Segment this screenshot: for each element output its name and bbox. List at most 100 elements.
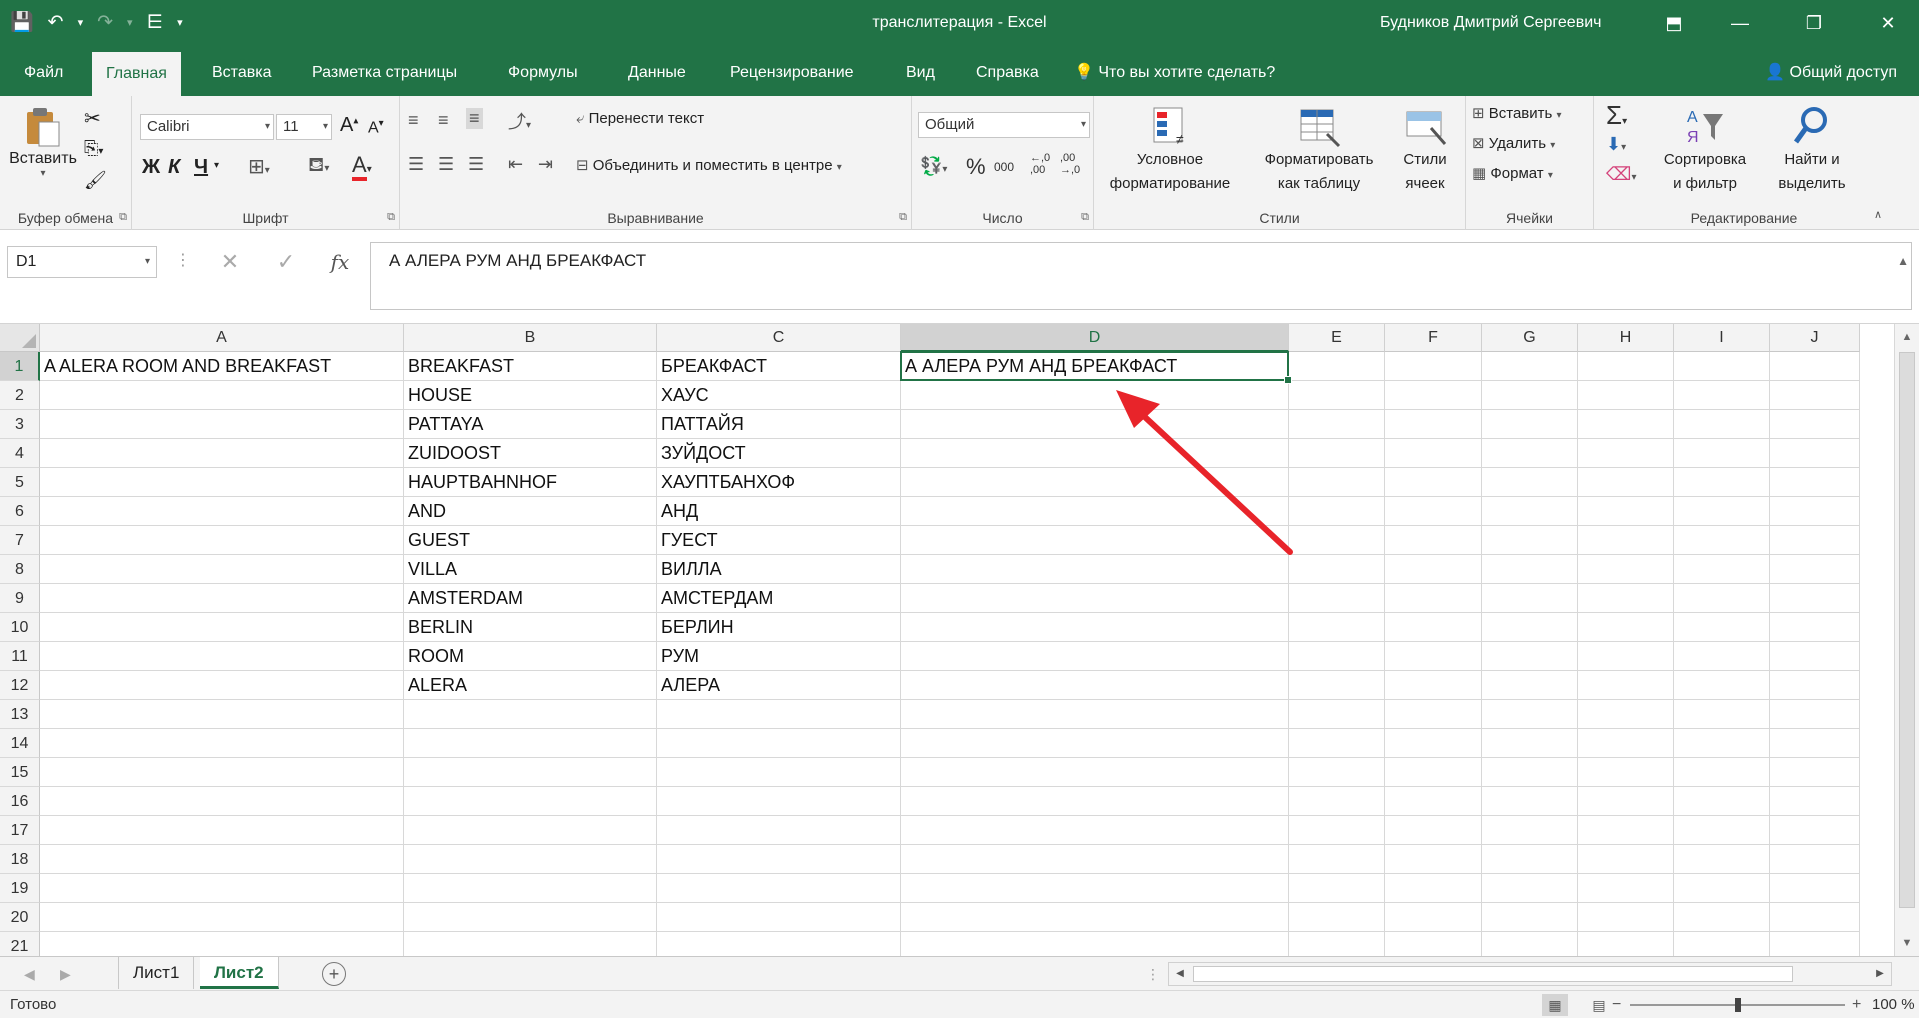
paste-button[interactable]: Вставить ▾ [8,104,78,179]
zoom-in-icon[interactable]: + [1852,991,1861,1018]
row-header-5[interactable]: 5 [0,468,40,497]
merge-center-button[interactable]: ⊟ Объединить и поместить в центре ▾ [576,156,842,174]
increase-indent-icon[interactable]: ⇥ [538,154,553,175]
font-color-icon[interactable]: A▾ [352,152,372,181]
row-header-6[interactable]: 6 [0,497,40,526]
column-header-f[interactable]: F [1385,324,1482,352]
customize-toolbar-icon[interactable]: ▾ [177,6,183,40]
prev-sheet-icon[interactable]: ◀ [24,957,35,991]
find-select-button[interactable]: Найти и выделить [1764,104,1860,196]
cell-c6[interactable]: АНД [657,497,698,526]
vertical-scrollbar[interactable]: ▲ ▼ [1894,324,1919,956]
column-header-b[interactable]: B [404,324,657,352]
cell-b12[interactable]: ALERA [404,671,467,700]
vertical-scroll-thumb[interactable] [1899,352,1915,908]
cell-c1[interactable]: БРЕАКФАСТ [657,352,767,381]
copy-icon[interactable]: ⎘▾ [84,138,103,159]
fill-icon[interactable]: ⬇▾ [1606,134,1626,155]
cell-c9[interactable]: АМСТЕРДАМ [657,584,773,613]
scroll-down-icon[interactable]: ▼ [1895,932,1919,954]
close-icon[interactable]: ✕ [1858,0,1918,46]
undo-dropdown-icon[interactable]: ▾ [78,6,84,40]
sheet-tab-list1[interactable]: Лист1 [118,957,195,989]
row-header-18[interactable]: 18 [0,845,40,874]
user-name[interactable]: Будников Дмитрий Сергеевич [1380,0,1601,46]
align-right-icon[interactable]: ☰ [468,154,484,175]
restore-icon[interactable]: ❐ [1784,0,1844,46]
align-top-icon[interactable]: ≡ [408,110,419,131]
collapse-ribbon-icon[interactable]: ∧ [1874,208,1882,221]
redo-icon[interactable]: ↷ [97,6,113,40]
comma-style-button[interactable]: 000 [994,160,1014,174]
tab-page-layout[interactable]: Разметка страницы [298,46,471,96]
enter-icon[interactable]: ✓ [268,246,304,278]
save-icon[interactable]: 💾 [10,6,34,40]
cell-c5[interactable]: ХАУПТБАНХОФ [657,468,795,497]
format-as-table-button[interactable]: Форматировать как таблицу [1254,104,1384,196]
column-header-c[interactable]: C [657,324,901,352]
autosum-icon[interactable]: Σ▾ [1606,100,1627,131]
row-header-20[interactable]: 20 [0,903,40,932]
scroll-up-icon[interactable]: ▲ [1895,326,1919,348]
cell-c12[interactable]: АЛЕРА [657,671,720,700]
decrease-indent-icon[interactable]: ⇤ [508,154,523,175]
cell-c3[interactable]: ПАТТАЙЯ [657,410,744,439]
currency-format-icon[interactable]: 💱▾ [920,156,947,177]
cell-c4[interactable]: ЗУЙДОСТ [657,439,746,468]
alignment-launcher-icon[interactable]: ⧉ [899,211,907,224]
orientation-icon[interactable]: ⤴▾ [508,108,531,134]
cell-c7[interactable]: ГУЕСТ [657,526,718,555]
bold-button[interactable]: Ж [142,156,160,179]
scroll-right-icon[interactable]: ▶ [1869,963,1891,985]
tab-insert[interactable]: Вставка [198,46,285,96]
cell-a1[interactable]: A ALERA ROOM AND BREAKFAST [40,352,331,381]
tab-split-handle-icon[interactable]: ⋮ [1146,957,1160,991]
select-all-button[interactable] [0,324,40,352]
ribbon-display-options-icon[interactable]: ⬒ [1644,0,1704,46]
row-header-10[interactable]: 10 [0,613,40,642]
row-header-9[interactable]: 9 [0,584,40,613]
tab-review[interactable]: Рецензирование [716,46,868,96]
font-size-select[interactable]: 11 ▾ [276,114,332,140]
minimize-icon[interactable]: — [1710,0,1770,46]
add-sheet-icon[interactable]: + [322,962,346,986]
font-name-select[interactable]: Calibri ▾ [140,114,274,140]
tab-home[interactable]: Главная [92,52,181,96]
cell-b6[interactable]: AND [404,497,446,526]
cell-b5[interactable]: HAUPTBAHNHOF [404,468,557,497]
row-header-11[interactable]: 11 [0,642,40,671]
zoom-level[interactable]: 100 % [1872,991,1915,1018]
row-header-14[interactable]: 14 [0,729,40,758]
row-header-4[interactable]: 4 [0,439,40,468]
cell-b1[interactable]: BREAKFAST [404,352,514,381]
cell-c10[interactable]: БЕРЛИН [657,613,734,642]
cell-b8[interactable]: VILLA [404,555,457,584]
number-format-select[interactable]: Общий ▾ [918,112,1090,138]
share-button[interactable]: 👤 Общий доступ [1765,46,1897,100]
cell-b4[interactable]: ZUIDOOST [404,439,501,468]
formula-bar-expand-icon[interactable]: ▲ [1897,254,1909,268]
name-box[interactable]: D1 ▾ [7,246,157,278]
font-launcher-icon[interactable]: ⧉ [387,211,395,224]
sort-filter-button[interactable]: АЯ Сортировка и фильтр [1650,104,1760,196]
cell-c8[interactable]: ВИЛЛА [657,555,722,584]
grow-font-icon[interactable]: A▴ [340,114,358,137]
row-header-16[interactable]: 16 [0,787,40,816]
clipboard-launcher-icon[interactable]: ⧉ [119,211,127,224]
align-middle-icon[interactable]: ≡ [438,110,449,131]
horizontal-scrollbar[interactable]: ◀ ▶ [1168,962,1892,986]
tab-file[interactable]: Файл [10,46,77,96]
number-launcher-icon[interactable]: ⧉ [1081,211,1089,224]
cell-c2[interactable]: ХАУС [657,381,709,410]
tab-view[interactable]: Вид [892,46,949,96]
delete-cells-button[interactable]: ⊠ Удалить ▾ [1472,134,1555,152]
row-header-2[interactable]: 2 [0,381,40,410]
tab-data[interactable]: Данные [614,46,700,96]
format-painter-icon[interactable]: 🖌 [84,170,107,191]
cancel-icon[interactable]: ✕ [212,246,248,278]
zoom-slider[interactable] [1630,998,1845,1012]
normal-view-icon[interactable]: ▦ [1542,994,1568,1016]
align-bottom-icon[interactable]: ≡ [466,108,483,129]
column-header-a[interactable]: A [40,324,404,352]
row-header-12[interactable]: 12 [0,671,40,700]
